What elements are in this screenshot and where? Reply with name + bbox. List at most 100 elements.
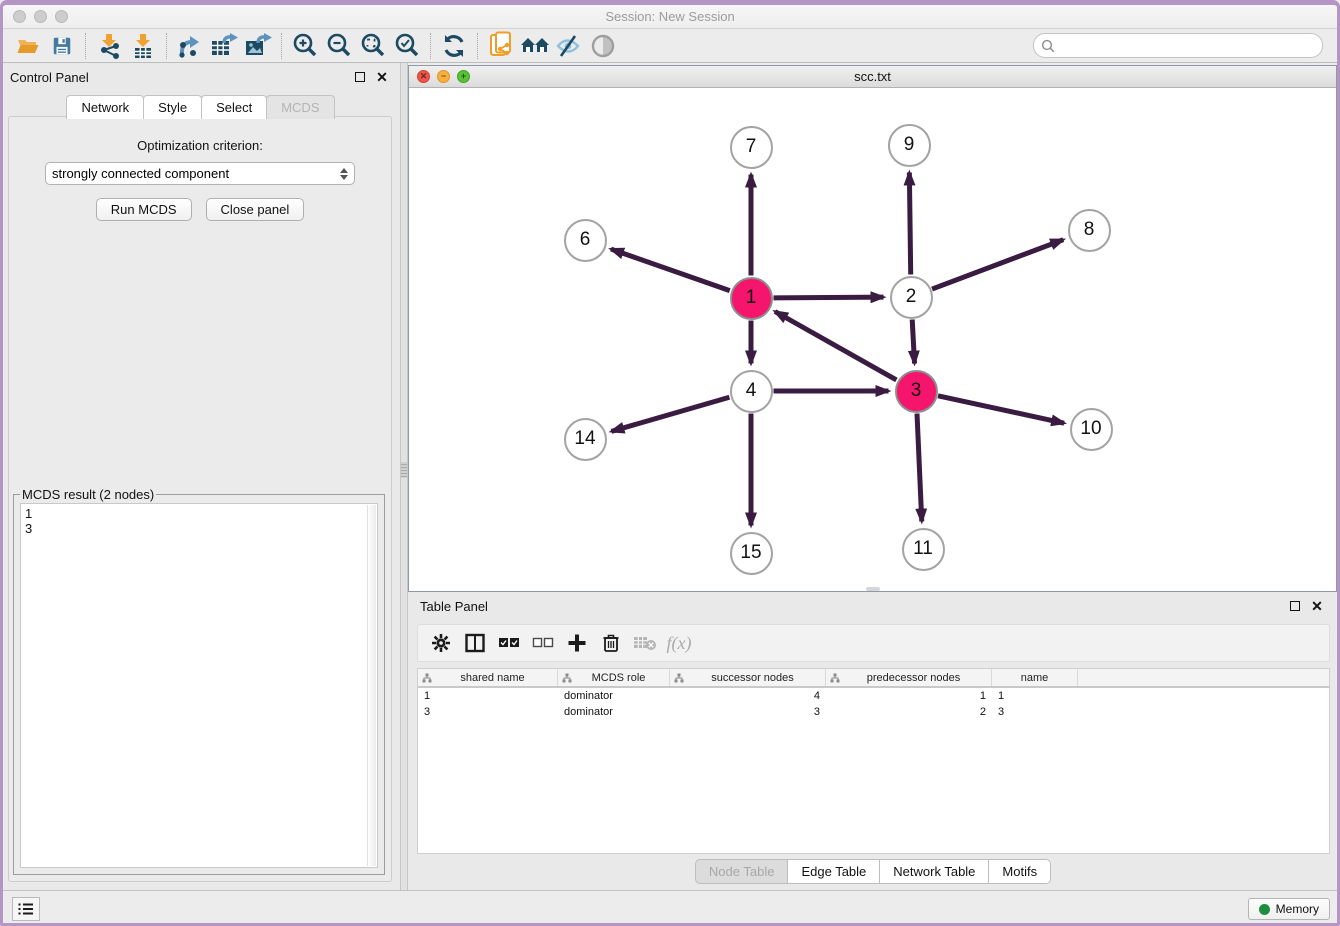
network-canvas[interactable]: 7 9 6 8 1 2 4 3 14 10 15 11	[409, 88, 1336, 591]
column-header-predecessor-nodes[interactable]: predecessor nodes	[826, 669, 992, 686]
table-row[interactable]: 1dominator411	[418, 688, 1329, 704]
edge-3-10[interactable]	[938, 396, 1064, 423]
clone-network-button[interactable]	[484, 31, 518, 61]
hide-selected-button[interactable]	[552, 31, 586, 61]
mcds-result-title: MCDS result (2 nodes)	[20, 487, 156, 502]
tab-node-table[interactable]: Node Table	[695, 859, 789, 884]
zoom-in-button[interactable]	[288, 31, 322, 61]
import-table-button[interactable]	[126, 31, 160, 61]
table-cell[interactable]: 4	[670, 690, 826, 702]
zoom-out-button[interactable]	[322, 31, 356, 61]
memory-button[interactable]: Memory	[1248, 898, 1330, 920]
node-11[interactable]: 11	[902, 528, 945, 571]
splitter-grip[interactable]	[401, 462, 407, 478]
table-cell[interactable]: 1	[418, 690, 558, 702]
edge-3-1[interactable]	[775, 312, 896, 380]
float-icon	[355, 72, 365, 82]
table-float-button[interactable]	[1287, 598, 1303, 614]
delete-table-button[interactable]	[630, 628, 660, 658]
zoom-fit-button[interactable]	[356, 31, 390, 61]
node-10[interactable]: 10	[1070, 408, 1113, 451]
function-builder-button[interactable]: f(x)	[664, 628, 694, 658]
column-browser-button[interactable]	[460, 628, 490, 658]
column-header-MCDS-role[interactable]: MCDS role	[558, 669, 670, 686]
float-panel-button[interactable]	[352, 69, 368, 85]
node-9[interactable]: 9	[888, 124, 931, 167]
canvas-scroll-nub[interactable]	[866, 587, 880, 591]
edge-2-3[interactable]	[912, 319, 914, 363]
task-history-button[interactable]	[12, 897, 40, 921]
tab-select[interactable]: Select	[201, 95, 267, 119]
edge-1-6[interactable]	[611, 249, 730, 291]
add-column-button[interactable]	[562, 628, 592, 658]
tab-motifs[interactable]: Motifs	[988, 859, 1051, 884]
node-1[interactable]: 1	[730, 277, 773, 320]
unselect-all-button[interactable]	[528, 628, 558, 658]
zoom-selected-button[interactable]	[390, 31, 424, 61]
import-network-icon	[96, 33, 122, 59]
import-network-button[interactable]	[92, 31, 126, 61]
edge-4-14[interactable]	[611, 397, 729, 431]
table-cell[interactable]: dominator	[558, 690, 670, 702]
node-2[interactable]: 2	[890, 276, 933, 319]
optimization-criterion-dropdown[interactable]: strongly connected component	[45, 162, 355, 185]
mcds-result-line: 1	[25, 506, 373, 521]
table-settings-button[interactable]	[426, 628, 456, 658]
export-image-button[interactable]	[241, 31, 275, 61]
close-panel-action-button[interactable]: Close panel	[206, 198, 305, 221]
show-all-button[interactable]	[586, 31, 620, 61]
table-cell[interactable]: 3	[418, 706, 558, 718]
save-session-button[interactable]	[45, 31, 79, 61]
delete-column-button[interactable]	[596, 628, 626, 658]
node-6[interactable]: 6	[564, 219, 607, 262]
status-bar: Memory	[0, 890, 1340, 926]
node-4[interactable]: 4	[730, 370, 773, 413]
column-header-successor-nodes[interactable]: successor nodes	[670, 669, 826, 686]
tab-style[interactable]: Style	[143, 95, 202, 119]
first-neighbors-button[interactable]	[518, 31, 552, 61]
table-close-button[interactable]: ✕	[1309, 598, 1325, 614]
table-panel-title: Table Panel	[420, 599, 1281, 614]
select-all-button[interactable]	[494, 628, 524, 658]
export-table-button[interactable]	[207, 31, 241, 61]
search-box[interactable]	[1033, 33, 1323, 58]
table-cell[interactable]: 3	[992, 706, 1078, 718]
search-input[interactable]	[1059, 36, 1322, 56]
tab-edge-table[interactable]: Edge Table	[787, 859, 880, 884]
network-maximize-button[interactable]: +	[457, 70, 470, 83]
edge-1-2[interactable]	[773, 297, 883, 298]
node-7[interactable]: 7	[730, 126, 773, 169]
column-header-name[interactable]: name	[992, 669, 1078, 686]
network-minimize-button[interactable]: −	[437, 70, 450, 83]
network-close-button[interactable]: ✕	[417, 70, 430, 83]
node-14[interactable]: 14	[564, 418, 607, 461]
mcds-result-scrollbar[interactable]	[367, 505, 376, 866]
edge-2-8[interactable]	[932, 240, 1063, 289]
column-header-shared-name[interactable]: shared name	[418, 669, 558, 686]
table-row[interactable]: 3dominator323	[418, 704, 1329, 720]
column-browser-icon	[465, 633, 485, 653]
table-cell[interactable]: dominator	[558, 706, 670, 718]
edge-3-11[interactable]	[917, 413, 922, 521]
close-panel-button[interactable]: ✕	[374, 69, 390, 85]
tab-network-table[interactable]: Network Table	[879, 859, 989, 884]
mcds-result-textarea[interactable]: 13	[20, 503, 378, 868]
tab-network[interactable]: Network	[66, 95, 144, 119]
tab-mcds[interactable]: MCDS	[266, 95, 334, 119]
apply-layout-button[interactable]	[437, 31, 471, 61]
table-cell[interactable]: 1	[992, 690, 1078, 702]
open-file-button[interactable]	[11, 31, 45, 61]
table-cell[interactable]: 2	[826, 706, 992, 718]
node-8[interactable]: 8	[1068, 209, 1111, 252]
table-cell[interactable]: 1	[826, 690, 992, 702]
two-houses-icon	[520, 34, 550, 58]
edge-2-9[interactable]	[909, 172, 910, 274]
export-network-button[interactable]	[173, 31, 207, 61]
run-mcds-button[interactable]: Run MCDS	[96, 198, 192, 221]
node-15[interactable]: 15	[730, 532, 773, 575]
control-panel-title: Control Panel	[10, 70, 346, 85]
node-3[interactable]: 3	[895, 370, 938, 413]
network-window-titlebar[interactable]: ✕ − + scc.txt	[409, 66, 1336, 88]
panel-splitter[interactable]	[400, 63, 408, 890]
table-cell[interactable]: 3	[670, 706, 826, 718]
